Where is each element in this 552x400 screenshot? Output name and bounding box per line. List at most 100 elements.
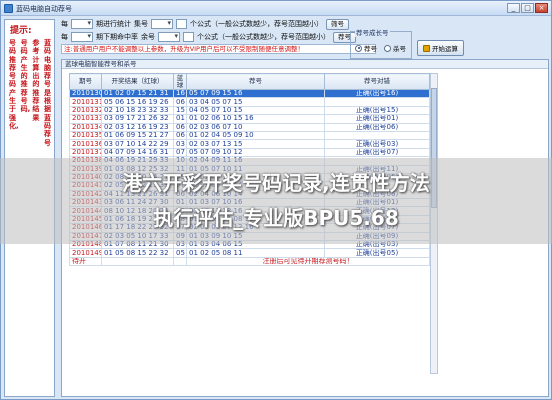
shai-button[interactable]: 筛号: [326, 18, 349, 30]
col-header-reds[interactable]: 开奖结果（红球）: [101, 73, 174, 90]
cell-reds: 01 06 09 15 21 27: [101, 130, 174, 141]
cell-reds: 02 10 18 23 32 33: [101, 105, 174, 116]
cell-recommend: 02 03 07 13 15: [186, 139, 325, 149]
col-header-result[interactable]: 荐号对错: [324, 73, 430, 90]
control-row-2: 每 期下期命中率 余号 个公式（一般公式数越少，荐号范围越小） 荐号: [61, 31, 356, 43]
mode-group: 荐号成长号 荐号 杀号: [350, 27, 412, 59]
minimize-button[interactable]: _: [507, 3, 520, 13]
watermark-line-2: 执行评估_专业版BPU5.68: [153, 206, 399, 230]
cell-result: 正确(出号03): [324, 139, 430, 149]
hint-column: 号码推荐号码产生于强化,: [9, 39, 19, 130]
start-button[interactable]: 开始运算: [417, 40, 464, 56]
cell-blue: [173, 256, 187, 267]
table-row[interactable]: 2010131 05 06 15 16 19 26 06 03 04 05 07 15: [69, 97, 430, 107]
mode-group-title: 荐号成长号: [355, 27, 390, 37]
hint-column: 蓝码电脑荐号是根据蓝码荐号: [43, 39, 51, 147]
period-count-select[interactable]: [71, 19, 93, 29]
every-label: 每: [61, 20, 68, 28]
radio-dot-icon: [384, 44, 391, 52]
hint-column: 参考计算出的推荐结果: [32, 39, 40, 122]
cell-recommend: 03 04 05 07 15: [186, 97, 325, 107]
cell-period: 2010132: [69, 105, 102, 116]
recommend-label: 期下期命中率: [96, 33, 138, 41]
col-header-period[interactable]: 期号: [69, 73, 102, 90]
cell-reds: 01 05 08 15 22 32: [101, 248, 174, 258]
table-row[interactable]: 2010136 03 07 10 14 22 29 03 02 03 07 13 15…: [69, 139, 430, 149]
table-row[interactable]: 2010134 02 03 12 16 19 23 06 02 03 06 07 10…: [69, 122, 430, 132]
title-bar: 蓝码电脑自动荐号 _ □ ×: [1, 1, 551, 16]
cell-recommend: 01 02 04 05 09 10: [186, 130, 325, 141]
table-row[interactable]: 2010130 01 02 07 15 21 31 16 05 07 09 15 16…: [69, 88, 430, 99]
cell-blue: 15: [173, 105, 187, 116]
cell-blue: 01: [173, 114, 187, 124]
table-row[interactable]: 2010137 04 07 09 14 16 31 07 05 07 09 10 12…: [69, 147, 430, 158]
cell-blue: 16: [173, 88, 187, 99]
formula-count-input[interactable]: [176, 19, 187, 29]
cell-result: 正确(出号05): [324, 248, 430, 258]
cell-result: 正确(出号07): [324, 147, 430, 158]
table-header-row: 期号 开奖结果（红球） 蓝球 荐号 荐号对错: [69, 73, 430, 90]
control-row-1: 每 期进行统计 集号 个公式（一般公式数越少，荐号范围越小） 筛号: [61, 18, 349, 30]
yu-label: 余号: [141, 33, 155, 41]
cell-reds: 01 02 07 15 21 31: [101, 88, 174, 99]
hit-period-select[interactable]: [71, 32, 93, 42]
cell-period: 2010135: [69, 130, 102, 141]
cell-blue: 05: [173, 248, 187, 258]
control-area: 每 期进行统计 集号 个公式（一般公式数越少，荐号范围越小） 筛号 每 期下期命…: [61, 16, 549, 59]
table-row[interactable]: 2010149 01 05 08 15 22 32 05 01 02 05 08 11…: [69, 248, 430, 258]
cell-period: 2010133: [69, 114, 102, 124]
col-header-blue[interactable]: 蓝球: [173, 73, 187, 90]
cell-blue: 06: [173, 122, 187, 132]
col-header-recommend[interactable]: 荐号: [186, 73, 325, 90]
cell-recommend: 注册后可见待开期荐测号码！: [186, 256, 430, 267]
mode-radio-jian[interactable]: 荐号: [355, 43, 377, 53]
window-title: 蓝码电脑自动荐号: [16, 5, 72, 13]
mode-radio-sha[interactable]: 杀号: [384, 43, 406, 53]
cell-recommend: 02 03 06 07 10: [186, 122, 325, 132]
calculator-icon: [423, 44, 430, 52]
cell-period: 2010149: [69, 248, 102, 258]
formula-label: 个公式（一般公式数越少，荐号范围越小）: [190, 20, 323, 28]
cell-period: 待开: [69, 256, 102, 267]
formula-count-input-2[interactable]: [183, 32, 194, 42]
cell-recommend: 01 02 05 08 11: [186, 248, 325, 258]
cell-reds: 04 07 09 14 16 31: [101, 147, 174, 158]
table-row[interactable]: 2010133 03 09 17 21 26 32 01 01 02 06 10 15…: [69, 114, 430, 124]
ji-select[interactable]: [151, 19, 173, 29]
maximize-button[interactable]: □: [521, 3, 534, 13]
stat-label: 期进行统计: [96, 20, 131, 28]
cell-result: [324, 97, 430, 107]
radio-dot-icon: [355, 44, 362, 52]
mode-radio-label: 荐号: [364, 45, 377, 53]
cell-result: [324, 130, 430, 141]
cell-blue: 06: [173, 130, 187, 141]
table-row[interactable]: 待开 注册后可见待开期荐测号码！: [69, 256, 430, 267]
mode-radio-label: 杀号: [393, 45, 406, 53]
table-row[interactable]: 2010135 01 06 09 15 21 27 06 01 02 04 05 09…: [69, 130, 430, 141]
cell-period: 2010136: [69, 139, 102, 149]
cell-reds: 03 07 10 14 22 29: [101, 139, 174, 149]
table-row[interactable]: 2010132 02 10 18 23 32 33 15 04 05 07 10 15…: [69, 105, 430, 116]
cell-blue: 07: [173, 147, 187, 158]
cell-recommend: 05 07 09 15 16: [186, 88, 325, 99]
cell-reds: 02 03 12 16 19 23: [101, 122, 174, 132]
yu-select[interactable]: [158, 32, 180, 42]
cell-result: 正确(出号06): [324, 122, 430, 132]
cell-recommend: 01 02 06 10 15 16: [186, 114, 325, 124]
cell-reds: 03 09 17 21 26 32: [101, 114, 174, 124]
cell-recommend: 04 05 07 10 15: [186, 105, 325, 116]
cell-period: 2010131: [69, 97, 102, 107]
cell-period: 2010137: [69, 147, 102, 158]
cell-blue: 06: [173, 97, 187, 107]
cell-reds: 05 06 15 16 19 26: [101, 97, 174, 107]
warning-text: 注:普通用户用户不能调整以上参数，升级为VIP用户后可以不受限制随便任意调整！: [61, 44, 376, 54]
cell-blue: 03: [173, 139, 187, 149]
formula-label: 个公式（一般公式数越少，荐号范围越小）: [197, 33, 330, 41]
hint-title: 提示:: [10, 26, 32, 36]
hint-columns: 蓝码电脑荐号是根据蓝码荐号 参考计算出的推荐结果 号码产生的推荐号码, 号码推荐…: [9, 39, 53, 147]
watermark-line-1: 港六开彩开奖号码记录,连贯性方法: [122, 171, 430, 195]
close-button[interactable]: ×: [535, 3, 548, 13]
start-button-label: 开始运算: [432, 45, 458, 53]
cell-recommend: 05 07 09 10 12: [186, 147, 325, 158]
cell-period: 2010134: [69, 122, 102, 132]
